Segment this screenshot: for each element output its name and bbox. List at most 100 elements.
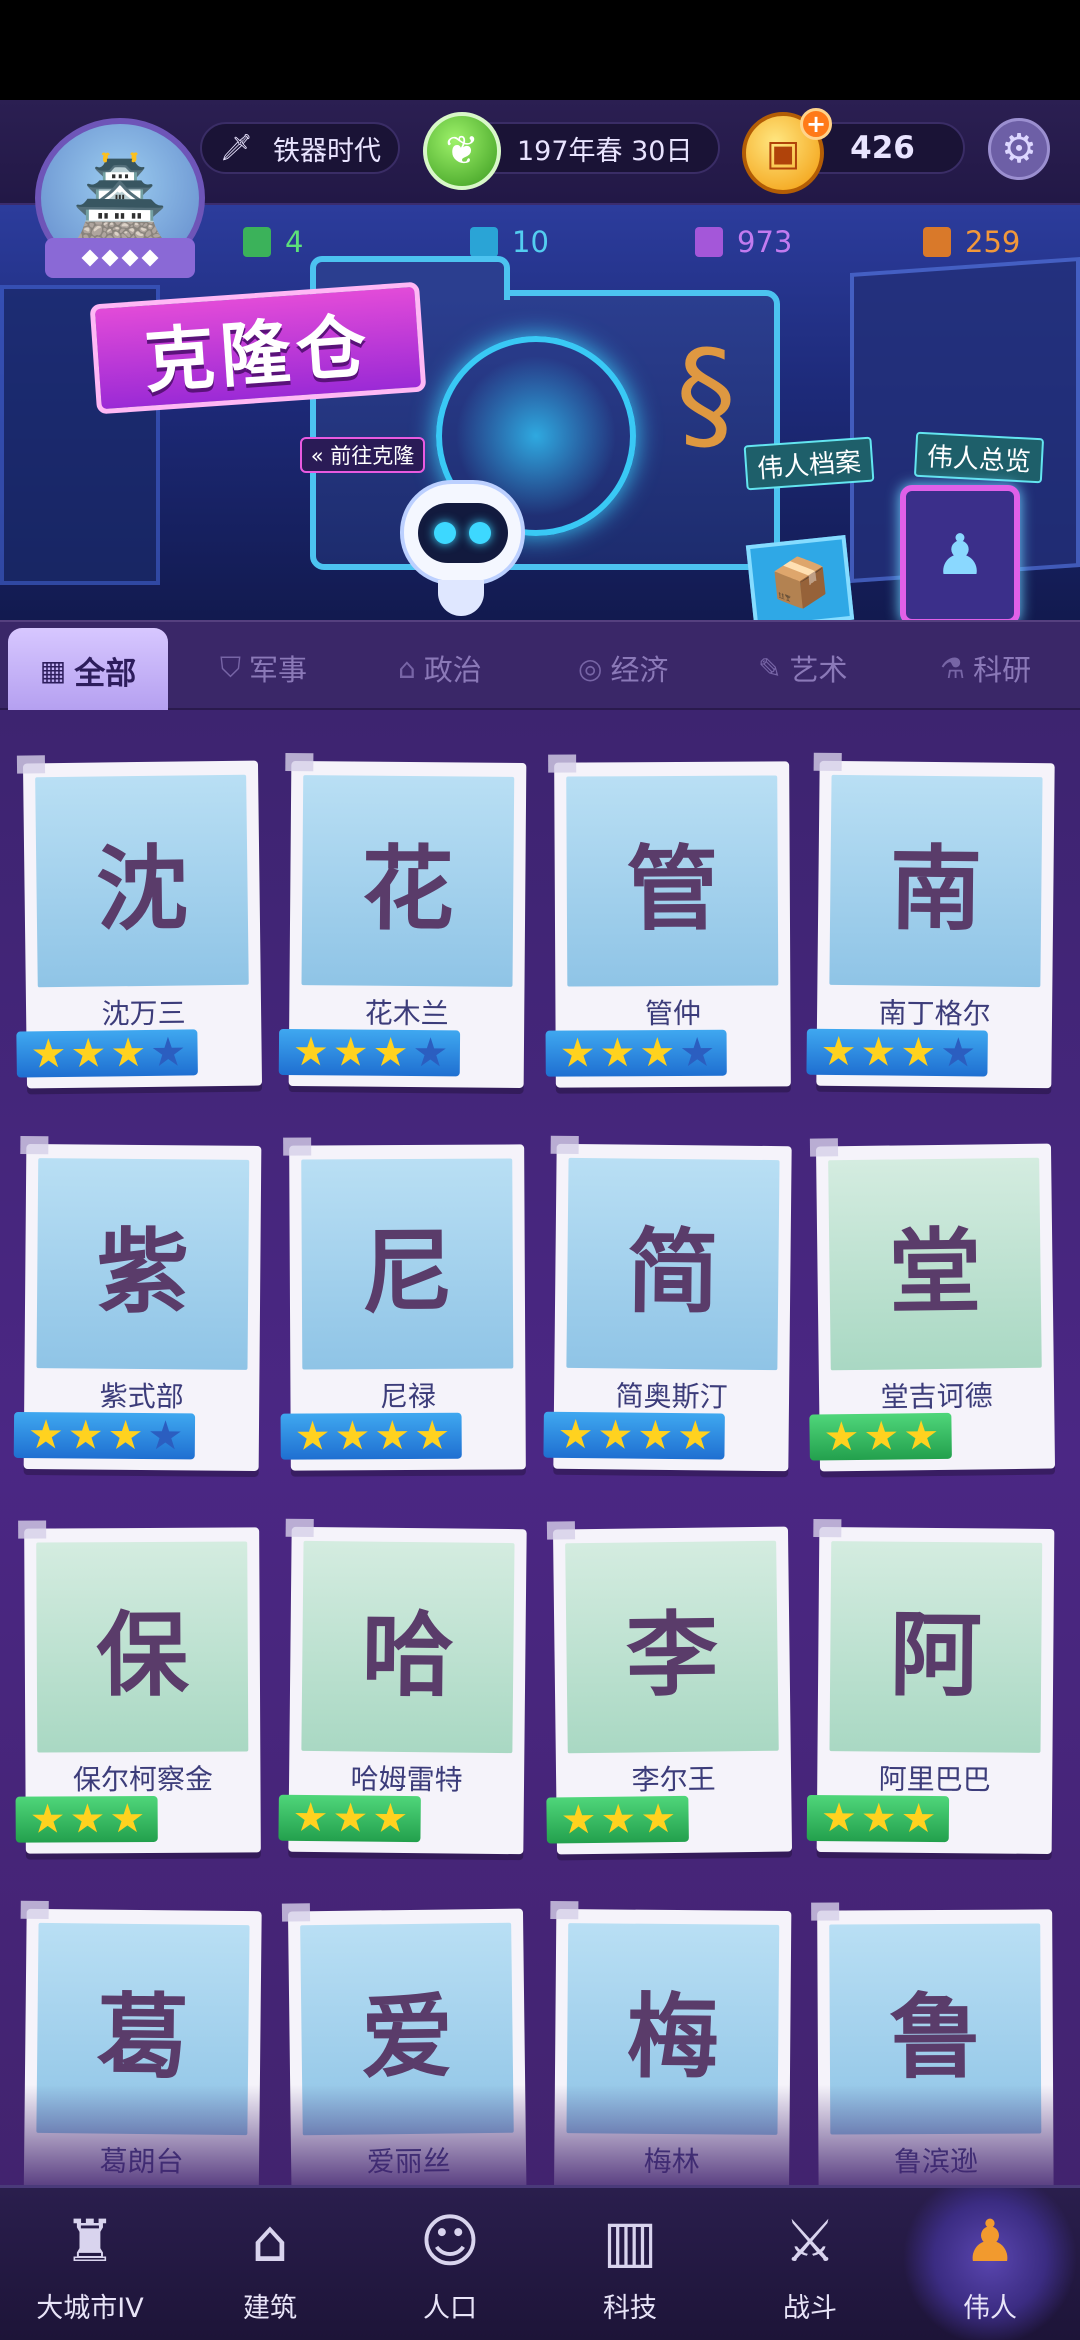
great-person-card[interactable]: 南南丁格尔 ★ ★ ★ ★ bbox=[806, 752, 1055, 1089]
robot-base bbox=[438, 580, 484, 616]
great-person-card[interactable]: 保保尔柯察金 ★ ★ ★ bbox=[15, 1520, 261, 1854]
resource-cyan-value: 10 bbox=[512, 225, 549, 259]
tab-all[interactable]: ▦ 全部 bbox=[8, 628, 168, 712]
nav-item-castle[interactable]: ♜ 大城市IV bbox=[0, 2188, 180, 2340]
star-rating: ★ ★ ★ ★ bbox=[280, 1412, 463, 1460]
great-person-card[interactable]: 李李尔王 ★ ★ ★ bbox=[546, 1521, 793, 1855]
nav-item-book[interactable]: ▥ 科技 bbox=[540, 2188, 720, 2340]
star-filled-icon: ★ bbox=[109, 1795, 146, 1843]
star-filled-icon: ★ bbox=[374, 1412, 411, 1460]
era-pill[interactable]: 🗡 铁器时代 bbox=[200, 122, 400, 174]
great-person-name: 爱丽丝 bbox=[366, 2144, 451, 2179]
star-filled-icon: ★ bbox=[600, 1796, 637, 1843]
tape-pin bbox=[16, 755, 46, 774]
star-filled-icon: ★ bbox=[903, 1412, 940, 1460]
portrait-image: 保 bbox=[36, 1541, 249, 1753]
purple-chest-icon bbox=[695, 227, 723, 257]
swords-icon: ⚔ bbox=[784, 2207, 836, 2275]
tape-pin bbox=[285, 752, 314, 772]
tab-economy[interactable]: ◎ 经济 bbox=[578, 647, 668, 689]
resource-green: 4 bbox=[243, 225, 303, 259]
star-rating: ★ ★ ★ ★ bbox=[278, 1028, 461, 1077]
nav-label: 伟人 bbox=[963, 2293, 1017, 2324]
capitol-icon: ⌂ bbox=[398, 651, 416, 685]
great-person-name: 李尔王 bbox=[631, 1762, 716, 1797]
great-person-card[interactable]: 哈哈姆雷特 ★ ★ ★ bbox=[278, 1518, 527, 1855]
portrait-image: 堂 bbox=[828, 1157, 1042, 1371]
portrait-image: 葛 bbox=[36, 1922, 250, 2136]
great-person-card[interactable]: 花花木兰 ★ ★ ★ ★ bbox=[278, 752, 527, 1088]
great-overview-label[interactable]: 伟人总览 bbox=[913, 431, 1045, 484]
star-rating: ★ ★ ★ ★ bbox=[13, 1411, 196, 1460]
portrait-image: 简 bbox=[566, 1157, 780, 1371]
category-tabs: ▦ 全部 ⛉ 军事 ⌂ 政治 ◎ 经济 ✎ 艺术 ⚗ 科研 bbox=[0, 620, 1080, 712]
star-filled-icon: ★ bbox=[332, 1795, 369, 1842]
great-person-name: 哈姆雷特 bbox=[350, 1762, 463, 1797]
nav-item-person[interactable]: ☺ 人口 bbox=[360, 2188, 540, 2340]
tab-research[interactable]: ⚗ 科研 bbox=[940, 647, 1031, 689]
great-overview-button[interactable]: ♟ bbox=[900, 485, 1020, 620]
great-person-card[interactable]: 沈沈万三 ★ ★ ★ ★ bbox=[16, 755, 263, 1089]
status-bar bbox=[0, 0, 1080, 100]
bottom-nav: ♜ 大城市IV ⌂ 建筑 ☺ 人口 ▥ 科技 ⚔ 战斗 ♟ 伟人 bbox=[0, 2185, 1080, 2340]
orange-chest-icon bbox=[923, 227, 951, 257]
portrait-image: 紫 bbox=[36, 1158, 250, 1370]
star-rating: ★ ★ ★ bbox=[15, 1795, 158, 1843]
tab-military[interactable]: ⛉ 军事 bbox=[220, 647, 307, 689]
nav-item-swords[interactable]: ⚔ 战斗 bbox=[720, 2188, 900, 2340]
nav-item-house[interactable]: ⌂ 建筑 bbox=[180, 2188, 360, 2340]
palette-icon: ✎ bbox=[758, 651, 782, 685]
tab-arts[interactable]: ✎ 艺术 bbox=[758, 647, 847, 689]
star-filled-icon: ★ bbox=[900, 1795, 937, 1843]
goto-clone-button[interactable]: « 前往克隆 bbox=[300, 437, 425, 473]
great-person-card[interactable]: 爱爱丽丝 bbox=[281, 1903, 528, 2185]
great-person-card[interactable]: 尼尼禄 ★ ★ ★ ★ bbox=[280, 1137, 526, 1471]
portrait-image: 沈 bbox=[35, 774, 249, 988]
star-filled-icon: ★ bbox=[292, 1029, 329, 1076]
era-label: 铁器时代 bbox=[273, 135, 382, 167]
great-person-card[interactable]: 堂堂吉诃德 ★ ★ ★ bbox=[809, 1138, 1056, 1472]
cyan-chest-icon bbox=[470, 227, 498, 257]
nav-label: 建筑 bbox=[243, 2293, 297, 2324]
great-person-name: 南丁格尔 bbox=[878, 996, 991, 1031]
star-filled-icon: ★ bbox=[900, 1029, 937, 1077]
great-profiles-button[interactable]: 📦 bbox=[745, 535, 855, 620]
robot-mascot[interactable] bbox=[400, 480, 525, 585]
star-filled-icon: ★ bbox=[557, 1411, 594, 1459]
great-person-card[interactable]: 简简奥斯汀 ★ ★ ★ ★ bbox=[543, 1135, 792, 1472]
nav-item-statue[interactable]: ♟ 伟人 bbox=[900, 2188, 1080, 2340]
star-filled-icon: ★ bbox=[860, 1795, 897, 1842]
leaf-icon[interactable]: ❦ bbox=[423, 112, 501, 190]
gear-icon[interactable]: ⚙ bbox=[988, 118, 1050, 180]
great-person-card[interactable]: 紫紫式部 ★ ★ ★ ★ bbox=[13, 1135, 262, 1471]
great-person-card[interactable]: 鲁鲁滨逊 bbox=[811, 1902, 1054, 2185]
star-filled-icon: ★ bbox=[30, 1030, 67, 1078]
great-person-card[interactable]: 梅梅林 bbox=[550, 1900, 792, 2185]
tape-pin bbox=[281, 1903, 311, 1922]
great-person-card[interactable]: 管管仲 ★ ★ ★ ★ bbox=[545, 754, 791, 1088]
great-person-card[interactable]: 阿阿里巴巴 ★ ★ ★ bbox=[806, 1518, 1055, 1854]
great-profiles-label[interactable]: 伟人档案 bbox=[743, 436, 875, 491]
avatar-rank-ribbon bbox=[45, 238, 195, 278]
star-filled-icon: ★ bbox=[372, 1029, 409, 1077]
great-person-card[interactable]: 葛葛朗台 bbox=[20, 1900, 262, 2185]
add-coins-button[interactable]: + bbox=[800, 108, 832, 140]
tape-pin bbox=[283, 1137, 312, 1156]
great-person-name: 葛朗台 bbox=[99, 2144, 184, 2179]
great-person-name: 阿里巴巴 bbox=[878, 1762, 991, 1797]
star-filled-icon: ★ bbox=[69, 1796, 106, 1843]
star-filled-icon: ★ bbox=[599, 1030, 636, 1077]
date-label: 197年春 30日 bbox=[517, 135, 693, 167]
tape-pin bbox=[550, 1135, 579, 1155]
star-rating: ★ ★ ★ bbox=[806, 1794, 949, 1843]
person-icon: ☺ bbox=[419, 2207, 481, 2275]
star-filled-icon: ★ bbox=[67, 1412, 104, 1459]
great-person-name: 管仲 bbox=[644, 996, 702, 1031]
portrait-image: 爱 bbox=[300, 1922, 514, 2136]
dna-icon: § bbox=[676, 326, 736, 465]
tab-politics[interactable]: ⌂ 政治 bbox=[398, 647, 482, 689]
great-person-name: 沈万三 bbox=[101, 996, 186, 1031]
star-rating: ★ ★ ★ ★ bbox=[545, 1029, 728, 1077]
star-rating: ★ ★ ★ bbox=[278, 1794, 421, 1843]
banner-title: 克隆仓 bbox=[89, 281, 427, 415]
